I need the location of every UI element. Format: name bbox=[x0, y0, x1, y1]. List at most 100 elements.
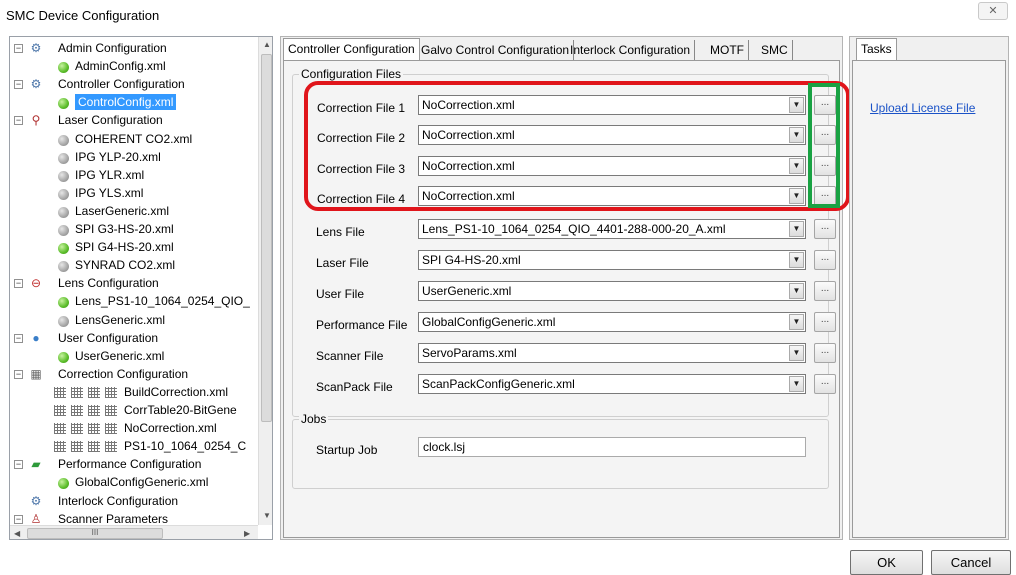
chevron-down-icon[interactable]: ▼ bbox=[789, 314, 804, 330]
tree-item[interactable]: UserGeneric.xml bbox=[10, 348, 258, 365]
cancel-button[interactable]: Cancel bbox=[931, 550, 1011, 575]
tree-item[interactable]: BuildCorrection.xml bbox=[10, 384, 258, 401]
tree-item[interactable]: − ⚲ Laser Configuration bbox=[10, 112, 258, 129]
close-icon[interactable]: ✕ bbox=[978, 2, 1008, 20]
collapse-toggle-icon[interactable]: − bbox=[14, 333, 23, 343]
upload-license-link[interactable]: Upload License File bbox=[870, 101, 975, 115]
config-file-value: UserGeneric.xml bbox=[422, 284, 512, 298]
ok-button[interactable]: OK bbox=[850, 550, 923, 575]
tree-item-label: SYNRAD CO2.xml bbox=[75, 258, 176, 273]
tree-item[interactable]: − ⚙ Admin Configuration bbox=[10, 40, 258, 57]
chevron-down-icon[interactable]: ▼ bbox=[789, 345, 804, 361]
tree-item-label: Performance Configuration bbox=[58, 457, 202, 472]
chevron-down-icon[interactable]: ▼ bbox=[789, 252, 804, 268]
grid-icon: ▦ bbox=[30, 366, 42, 381]
tree-item[interactable]: AdminConfig.xml bbox=[10, 58, 258, 75]
tree-item[interactable]: LaserGeneric.xml bbox=[10, 203, 258, 220]
config-file-select[interactable]: UserGeneric.xml ▼ bbox=[418, 281, 806, 301]
tree-horizontal-scrollbar[interactable]: ◀ III ▶ bbox=[10, 525, 258, 539]
scroll-down-arrow-icon[interactable]: ▼ bbox=[263, 511, 271, 520]
chevron-down-icon[interactable]: ▼ bbox=[789, 376, 804, 392]
correction-grid-icon bbox=[105, 441, 117, 453]
tree-item-label: Scanner Parameters bbox=[58, 511, 169, 525]
config-file-select[interactable]: GlobalConfigGeneric.xml ▼ bbox=[418, 312, 806, 332]
tab-controller-configuration[interactable]: Controller Configuration bbox=[283, 38, 420, 61]
browse-button[interactable]: ... bbox=[814, 281, 836, 301]
chevron-down-icon[interactable]: ▼ bbox=[789, 283, 804, 299]
tree-item[interactable]: LensGeneric.xml bbox=[10, 312, 258, 329]
tab-smc[interactable]: SMC bbox=[757, 40, 793, 61]
tree-vertical-scrollbar[interactable]: ▲ ▼ bbox=[258, 37, 272, 525]
gray-status-icon bbox=[58, 261, 69, 273]
green-status-icon bbox=[58, 98, 69, 110]
browse-button[interactable]: ... bbox=[814, 343, 836, 363]
tab-tasks[interactable]: Tasks bbox=[856, 38, 897, 61]
correction-grid-icon bbox=[54, 386, 66, 398]
numbered-grid-icon bbox=[88, 423, 100, 435]
browse-button[interactable]: ... bbox=[814, 250, 836, 270]
config-file-label: Lens File bbox=[316, 225, 365, 239]
config-file-value: SPI G4-HS-20.xml bbox=[422, 253, 521, 267]
tree-item[interactable]: − ⊖ Lens Configuration bbox=[10, 275, 258, 292]
collapse-toggle-icon[interactable]: − bbox=[14, 44, 23, 53]
collapse-toggle-icon[interactable]: − bbox=[14, 460, 23, 470]
green-status-icon bbox=[58, 62, 69, 74]
browse-buttons-highlight bbox=[808, 83, 840, 208]
startup-job-label: Startup Job bbox=[316, 443, 378, 457]
tab-motf[interactable]: MOTF bbox=[706, 40, 749, 61]
scroll-up-arrow-icon[interactable]: ▲ bbox=[263, 40, 271, 49]
collapse-toggle-icon[interactable]: − bbox=[14, 514, 23, 524]
gray-status-icon bbox=[58, 152, 69, 164]
tree-item[interactable]: SPI G3-HS-20.xml bbox=[10, 221, 258, 238]
tree-item-label: IPG YLS.xml bbox=[75, 185, 144, 200]
tree-item[interactable]: − ● User Configuration bbox=[10, 330, 258, 347]
tree-item[interactable]: − ▰ Performance Configuration bbox=[10, 456, 258, 473]
startup-job-input[interactable]: clock.lsj bbox=[418, 437, 806, 457]
scroll-left-arrow-icon[interactable]: ◀ bbox=[14, 529, 20, 538]
collapse-toggle-icon[interactable]: − bbox=[14, 279, 23, 289]
tab-interlock-configuration[interactable]: Interlock Configuration bbox=[566, 40, 696, 61]
correction-grid-icon bbox=[54, 441, 66, 453]
collapse-toggle-icon[interactable]: − bbox=[14, 80, 23, 90]
tree-item-label: Laser Configuration bbox=[58, 113, 163, 128]
config-file-label: Performance File bbox=[316, 318, 408, 332]
tree-item[interactable]: GlobalConfigGeneric.xml bbox=[10, 474, 258, 491]
green-status-icon bbox=[58, 478, 69, 490]
correction-grid-icon bbox=[105, 405, 117, 416]
tree-item[interactable]: − ⚙ Controller Configuration bbox=[10, 76, 258, 93]
config-file-select[interactable]: Lens_PS1-10_1064_0254_QIO_4401-288-000-2… bbox=[418, 219, 806, 239]
browse-button[interactable]: ... bbox=[814, 374, 836, 394]
tree-item[interactable]: IPG YLR.xml bbox=[10, 167, 258, 184]
config-file-select[interactable]: ScanPackConfigGeneric.xml ▼ bbox=[418, 374, 806, 394]
tab-galvo-control-configuration[interactable]: Galvo Control Configuration bbox=[417, 40, 575, 61]
config-file-select[interactable]: SPI G4-HS-20.xml ▼ bbox=[418, 250, 806, 270]
tree-vscroll-thumb[interactable] bbox=[261, 54, 272, 422]
tree-item[interactable]: IPG YLS.xml bbox=[10, 185, 258, 202]
tree-item[interactable]: ⚙ Interlock Configuration bbox=[10, 493, 258, 510]
tree-item[interactable]: SYNRAD CO2.xml bbox=[10, 257, 258, 274]
tree-item-label: AdminConfig.xml bbox=[75, 59, 166, 74]
tree-item[interactable]: ControlConfig.xml bbox=[10, 94, 258, 111]
tree-item[interactable]: IPG YLP-20.xml bbox=[10, 149, 258, 166]
tree-hscroll-thumb[interactable]: III bbox=[27, 528, 163, 539]
jobs-legend: Jobs bbox=[299, 412, 329, 426]
correction-grid-icon bbox=[71, 441, 83, 453]
tree-item[interactable]: SPI G4-HS-20.xml bbox=[10, 239, 258, 256]
correction-grid-icon bbox=[71, 386, 83, 398]
gray-status-icon bbox=[58, 188, 69, 200]
tree-item[interactable]: − ♙ Scanner Parameters bbox=[10, 511, 258, 525]
browse-button[interactable]: ... bbox=[814, 219, 836, 239]
chevron-down-icon[interactable]: ▼ bbox=[789, 221, 804, 237]
scroll-right-arrow-icon[interactable]: ▶ bbox=[244, 529, 250, 538]
tree-item[interactable]: COHERENT CO2.xml bbox=[10, 131, 258, 148]
tree-item[interactable]: PS1-10_1064_0254_C bbox=[10, 438, 258, 455]
tree-item[interactable]: CorrTable20-BitGene bbox=[10, 402, 258, 419]
config-file-select[interactable]: ServoParams.xml ▼ bbox=[418, 343, 806, 363]
collapse-toggle-icon[interactable]: − bbox=[14, 116, 23, 126]
tree-item[interactable]: Lens_PS1-10_1064_0254_QIO_ bbox=[10, 293, 258, 310]
tree-item[interactable]: − ▦ Correction Configuration bbox=[10, 366, 258, 383]
tree-item[interactable]: NoCorrection.xml bbox=[10, 420, 258, 437]
browse-button[interactable]: ... bbox=[814, 312, 836, 332]
config-tree[interactable]: − ⚙ Admin Configuration AdminConfig.xml − ⚙ Co… bbox=[9, 36, 273, 540]
collapse-toggle-icon[interactable]: − bbox=[14, 369, 23, 379]
